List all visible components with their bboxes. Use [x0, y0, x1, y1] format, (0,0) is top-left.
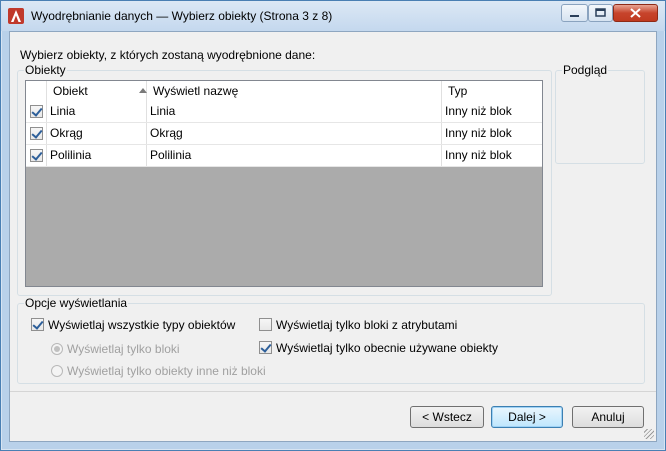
row-checkbox-cell — [26, 123, 47, 144]
autocad-logo-icon — [8, 8, 24, 24]
cell-object: Linia — [47, 101, 147, 122]
show-all-types-label: Wyświetlaj wszystkie typy obiektów — [48, 318, 236, 332]
cell-display-name[interactable]: Okrąg — [147, 123, 442, 144]
show-all-types-checkbox[interactable] — [31, 318, 44, 332]
blocks-with-attributes-label: Wyświetlaj tylko bloki z atrybutami — [276, 318, 458, 332]
header-display-name[interactable]: Wyświetl nazwę — [147, 81, 442, 101]
row-checkbox[interactable] — [30, 149, 43, 162]
resize-grip-icon[interactable] — [644, 429, 654, 439]
grid-header: Obiekt Wyświetl nazwę Typ — [26, 81, 542, 102]
preview-group-label: Podgląd — [562, 63, 609, 77]
table-row[interactable]: Okrąg Okrąg Inny niż blok — [26, 123, 542, 145]
row-checkbox[interactable] — [30, 127, 43, 140]
non-blocks-only-option: Wyświetlaj tylko obiekty inne niż bloki — [51, 364, 266, 378]
table-row[interactable]: Polilinia Polilinia Inny niż blok — [26, 145, 542, 167]
header-display-name-label: Wyświetl nazwę — [153, 84, 239, 98]
next-button[interactable]: Dalej > — [491, 406, 563, 428]
in-use-only-label: Wyświetlaj tylko obecnie używane obiekty — [276, 341, 498, 355]
cell-display-name[interactable]: Linia — [147, 101, 442, 122]
dialog-content: Wybierz obiekty, z których zostaną wyodr… — [9, 31, 657, 442]
blocks-with-attributes-option[interactable]: Wyświetlaj tylko bloki z atrybutami — [259, 318, 457, 332]
cell-type: Inny niż blok — [445, 126, 512, 140]
non-blocks-only-label: Wyświetlaj tylko obiekty inne niż bloki — [67, 364, 266, 378]
header-object-label: Obiekt — [53, 84, 88, 98]
dialog-window: Wyodrębnianie danych — Wybierz obiekty (… — [0, 0, 666, 451]
blocks-only-radio — [51, 342, 63, 355]
instruction-text: Wybierz obiekty, z których zostaną wyodr… — [20, 48, 316, 62]
objects-grid[interactable]: Obiekt Wyświetl nazwę Typ Linia Linia In… — [25, 80, 543, 287]
back-button[interactable]: < Wstecz — [410, 406, 484, 428]
maximize-icon — [595, 8, 606, 17]
header-type[interactable]: Typ — [442, 81, 542, 101]
header-checkbox-column[interactable] — [26, 81, 47, 101]
sort-ascending-icon — [139, 88, 147, 93]
blocks-only-label: Wyświetlaj tylko bloki — [67, 342, 180, 356]
cell-type: Inny niż blok — [445, 104, 512, 118]
in-use-only-option[interactable]: Wyświetlaj tylko obecnie używane obiekty — [259, 341, 498, 355]
minimize-icon — [570, 15, 579, 17]
row-checkbox-cell — [26, 101, 47, 122]
cancel-button[interactable]: Anuluj — [572, 406, 644, 428]
table-row[interactable]: Linia Linia Inny niż blok — [26, 101, 542, 123]
cell-object: Okrąg — [47, 123, 147, 144]
header-object[interactable]: Obiekt — [47, 81, 147, 101]
preview-groupbox: Podgląd — [555, 63, 645, 164]
header-type-label: Typ — [448, 84, 468, 98]
blocks-with-attributes-checkbox[interactable] — [259, 318, 272, 332]
close-button[interactable] — [613, 4, 658, 22]
close-icon — [630, 8, 641, 18]
in-use-only-checkbox[interactable] — [259, 341, 272, 355]
window-title: Wyodrębnianie danych — Wybierz obiekty (… — [31, 9, 333, 23]
row-checkbox-cell — [26, 145, 47, 166]
blocks-only-option: Wyświetlaj tylko bloki — [51, 342, 180, 356]
row-checkbox[interactable] — [30, 105, 43, 118]
cell-display-name[interactable]: Polilinia — [147, 145, 442, 166]
title-bar[interactable]: Wyodrębnianie danych — Wybierz obiekty (… — [1, 1, 665, 31]
cell-type: Inny niż blok — [445, 148, 512, 162]
display-options-label: Opcje wyświetlania — [24, 296, 129, 310]
maximize-button[interactable] — [588, 4, 613, 22]
objects-group-label: Obiekty — [24, 63, 67, 77]
cell-object: Polilinia — [47, 145, 147, 166]
non-blocks-only-radio — [51, 364, 63, 377]
minimize-button[interactable] — [561, 4, 588, 22]
show-all-types-option[interactable]: Wyświetlaj wszystkie typy obiektów — [31, 318, 235, 332]
button-separator — [10, 391, 656, 392]
